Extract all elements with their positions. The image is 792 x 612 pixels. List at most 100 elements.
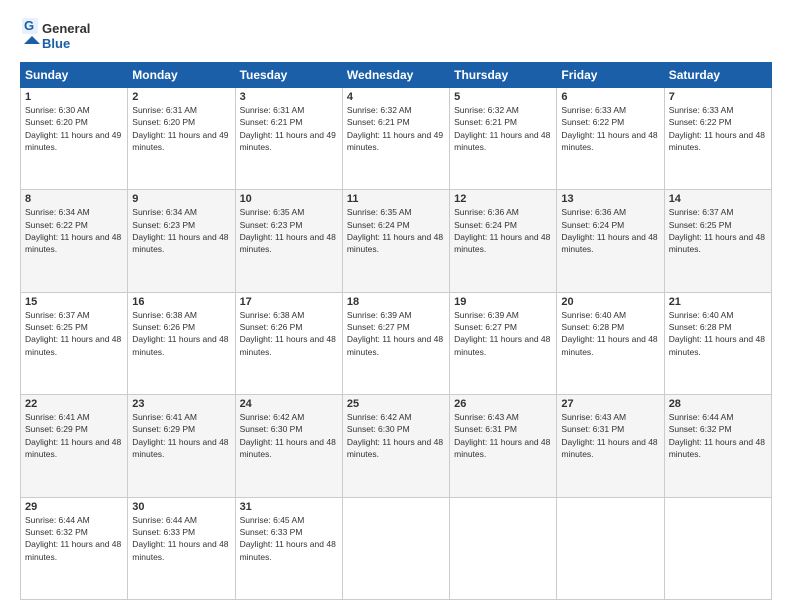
calendar-day-11: 11 Sunrise: 6:35 AMSunset: 6:24 PMDayligh…: [342, 190, 449, 292]
day-info: Sunrise: 6:40 AMSunset: 6:28 PMDaylight:…: [561, 310, 657, 357]
calendar-day-27: 27 Sunrise: 6:43 AMSunset: 6:31 PMDayligh…: [557, 395, 664, 497]
calendar-day-18: 18 Sunrise: 6:39 AMSunset: 6:27 PMDayligh…: [342, 292, 449, 394]
calendar-day-3: 3Sunrise: 6:31 AMSunset: 6:21 PMDaylight…: [235, 88, 342, 190]
day-info: Sunrise: 6:44 AMSunset: 6:32 PMDaylight:…: [669, 412, 765, 459]
calendar-day-6: 6 Sunrise: 6:33 AMSunset: 6:22 PMDaylight…: [557, 88, 664, 190]
day-number: 19: [454, 296, 552, 308]
day-info: Sunrise: 6:37 AMSunset: 6:25 PMDaylight:…: [25, 310, 121, 357]
day-info: Sunrise: 6:39 AMSunset: 6:27 PMDaylight:…: [454, 310, 550, 357]
day-number: 8: [25, 193, 123, 205]
day-number: 29: [25, 501, 123, 513]
svg-text:General: General: [42, 21, 90, 36]
calendar-day-19: 19 Sunrise: 6:39 AMSunset: 6:27 PMDayligh…: [450, 292, 557, 394]
day-info: Sunrise: 6:35 AMSunset: 6:24 PMDaylight:…: [347, 207, 443, 254]
day-info: Sunrise: 6:30 AMSunset: 6:20 PMDaylight:…: [25, 105, 121, 152]
empty-cell: [664, 497, 771, 599]
day-info: Sunrise: 6:40 AMSunset: 6:28 PMDaylight:…: [669, 310, 765, 357]
empty-cell: [450, 497, 557, 599]
day-info: Sunrise: 6:38 AMSunset: 6:26 PMDaylight:…: [240, 310, 336, 357]
calendar-day-12: 12 Sunrise: 6:36 AMSunset: 6:24 PMDayligh…: [450, 190, 557, 292]
empty-cell: [342, 497, 449, 599]
calendar-day-13: 13Sunrise: 6:36 AMSunset: 6:24 PMDayligh…: [557, 190, 664, 292]
calendar-header-row: SundayMondayTuesdayWednesdayThursdayFrid…: [21, 63, 772, 88]
header: General Blue G: [20, 16, 772, 54]
svg-text:G: G: [24, 18, 34, 33]
calendar-week-1: 1 Sunrise: 6:30 AMSunset: 6:20 PMDaylight…: [21, 88, 772, 190]
day-info: Sunrise: 6:42 AMSunset: 6:30 PMDaylight:…: [240, 412, 336, 459]
day-number: 4: [347, 91, 445, 103]
day-number: 6: [561, 91, 659, 103]
calendar-header-saturday: Saturday: [664, 63, 771, 88]
calendar-day-7: 7 Sunrise: 6:33 AMSunset: 6:22 PMDaylight…: [664, 88, 771, 190]
logo: General Blue G: [20, 16, 90, 54]
day-number: 12: [454, 193, 552, 205]
calendar-day-1: 1 Sunrise: 6:30 AMSunset: 6:20 PMDaylight…: [21, 88, 128, 190]
day-info: Sunrise: 6:32 AMSunset: 6:21 PMDaylight:…: [347, 105, 443, 152]
calendar-day-20: 20 Sunrise: 6:40 AMSunset: 6:28 PMDayligh…: [557, 292, 664, 394]
calendar-day-31: 31Sunrise: 6:45 AMSunset: 6:33 PMDayligh…: [235, 497, 342, 599]
day-number: 26: [454, 398, 552, 410]
calendar-day-14: 14Sunrise: 6:37 AMSunset: 6:25 PMDayligh…: [664, 190, 771, 292]
day-info: Sunrise: 6:44 AMSunset: 6:32 PMDaylight:…: [25, 515, 121, 562]
day-number: 30: [132, 501, 230, 513]
day-number: 2: [132, 91, 230, 103]
calendar-day-15: 15 Sunrise: 6:37 AMSunset: 6:25 PMDayligh…: [21, 292, 128, 394]
day-info: Sunrise: 6:45 AMSunset: 6:33 PMDaylight:…: [240, 515, 336, 562]
calendar-day-5: 5Sunrise: 6:32 AMSunset: 6:21 PMDaylight…: [450, 88, 557, 190]
day-info: Sunrise: 6:37 AMSunset: 6:25 PMDaylight:…: [669, 207, 765, 254]
calendar-day-16: 16Sunrise: 6:38 AMSunset: 6:26 PMDayligh…: [128, 292, 235, 394]
day-number: 18: [347, 296, 445, 308]
day-number: 24: [240, 398, 338, 410]
calendar-day-22: 22 Sunrise: 6:41 AMSunset: 6:29 PMDayligh…: [21, 395, 128, 497]
day-number: 25: [347, 398, 445, 410]
day-number: 27: [561, 398, 659, 410]
calendar-day-26: 26 Sunrise: 6:43 AMSunset: 6:31 PMDayligh…: [450, 395, 557, 497]
day-number: 23: [132, 398, 230, 410]
day-info: Sunrise: 6:34 AMSunset: 6:23 PMDaylight:…: [132, 207, 228, 254]
day-info: Sunrise: 6:33 AMSunset: 6:22 PMDaylight:…: [561, 105, 657, 152]
page: General Blue G SundayMondayTuesdayWednes…: [0, 0, 792, 612]
day-info: Sunrise: 6:32 AMSunset: 6:21 PMDaylight:…: [454, 105, 550, 152]
day-number: 22: [25, 398, 123, 410]
day-info: Sunrise: 6:43 AMSunset: 6:31 PMDaylight:…: [454, 412, 550, 459]
day-info: Sunrise: 6:41 AMSunset: 6:29 PMDaylight:…: [25, 412, 121, 459]
calendar-header-wednesday: Wednesday: [342, 63, 449, 88]
day-info: Sunrise: 6:36 AMSunset: 6:24 PMDaylight:…: [454, 207, 550, 254]
calendar-header-tuesday: Tuesday: [235, 63, 342, 88]
calendar-day-4: 4 Sunrise: 6:32 AMSunset: 6:21 PMDaylight…: [342, 88, 449, 190]
day-number: 20: [561, 296, 659, 308]
calendar-header-thursday: Thursday: [450, 63, 557, 88]
calendar-header-sunday: Sunday: [21, 63, 128, 88]
calendar-day-23: 23Sunrise: 6:41 AMSunset: 6:29 PMDayligh…: [128, 395, 235, 497]
day-number: 16: [132, 296, 230, 308]
calendar-day-17: 17Sunrise: 6:38 AMSunset: 6:26 PMDayligh…: [235, 292, 342, 394]
calendar-day-2: 2 Sunrise: 6:31 AMSunset: 6:20 PMDaylight…: [128, 88, 235, 190]
day-info: Sunrise: 6:31 AMSunset: 6:20 PMDaylight:…: [132, 105, 228, 152]
svg-text:Blue: Blue: [42, 36, 70, 51]
calendar-day-24: 24 Sunrise: 6:42 AMSunset: 6:30 PMDayligh…: [235, 395, 342, 497]
day-info: Sunrise: 6:44 AMSunset: 6:33 PMDaylight:…: [132, 515, 228, 562]
calendar-day-29: 29 Sunrise: 6:44 AMSunset: 6:32 PMDayligh…: [21, 497, 128, 599]
calendar-day-25: 25Sunrise: 6:42 AMSunset: 6:30 PMDayligh…: [342, 395, 449, 497]
day-number: 15: [25, 296, 123, 308]
empty-cell: [557, 497, 664, 599]
calendar-week-3: 15 Sunrise: 6:37 AMSunset: 6:25 PMDayligh…: [21, 292, 772, 394]
calendar-table: SundayMondayTuesdayWednesdayThursdayFrid…: [20, 62, 772, 600]
day-info: Sunrise: 6:39 AMSunset: 6:27 PMDaylight:…: [347, 310, 443, 357]
day-number: 7: [669, 91, 767, 103]
day-number: 11: [347, 193, 445, 205]
calendar-day-28: 28 Sunrise: 6:44 AMSunset: 6:32 PMDayligh…: [664, 395, 771, 497]
day-number: 1: [25, 91, 123, 103]
day-info: Sunrise: 6:43 AMSunset: 6:31 PMDaylight:…: [561, 412, 657, 459]
calendar-day-10: 10Sunrise: 6:35 AMSunset: 6:23 PMDayligh…: [235, 190, 342, 292]
day-info: Sunrise: 6:33 AMSunset: 6:22 PMDaylight:…: [669, 105, 765, 152]
calendar-week-2: 8Sunrise: 6:34 AMSunset: 6:22 PMDaylight…: [21, 190, 772, 292]
calendar-day-9: 9 Sunrise: 6:34 AMSunset: 6:23 PMDaylight…: [128, 190, 235, 292]
calendar-week-4: 22 Sunrise: 6:41 AMSunset: 6:29 PMDayligh…: [21, 395, 772, 497]
calendar-header-friday: Friday: [557, 63, 664, 88]
calendar-header-monday: Monday: [128, 63, 235, 88]
calendar-day-8: 8Sunrise: 6:34 AMSunset: 6:22 PMDaylight…: [21, 190, 128, 292]
day-number: 9: [132, 193, 230, 205]
day-number: 28: [669, 398, 767, 410]
general-blue-logo-icon: General Blue G: [20, 16, 90, 54]
